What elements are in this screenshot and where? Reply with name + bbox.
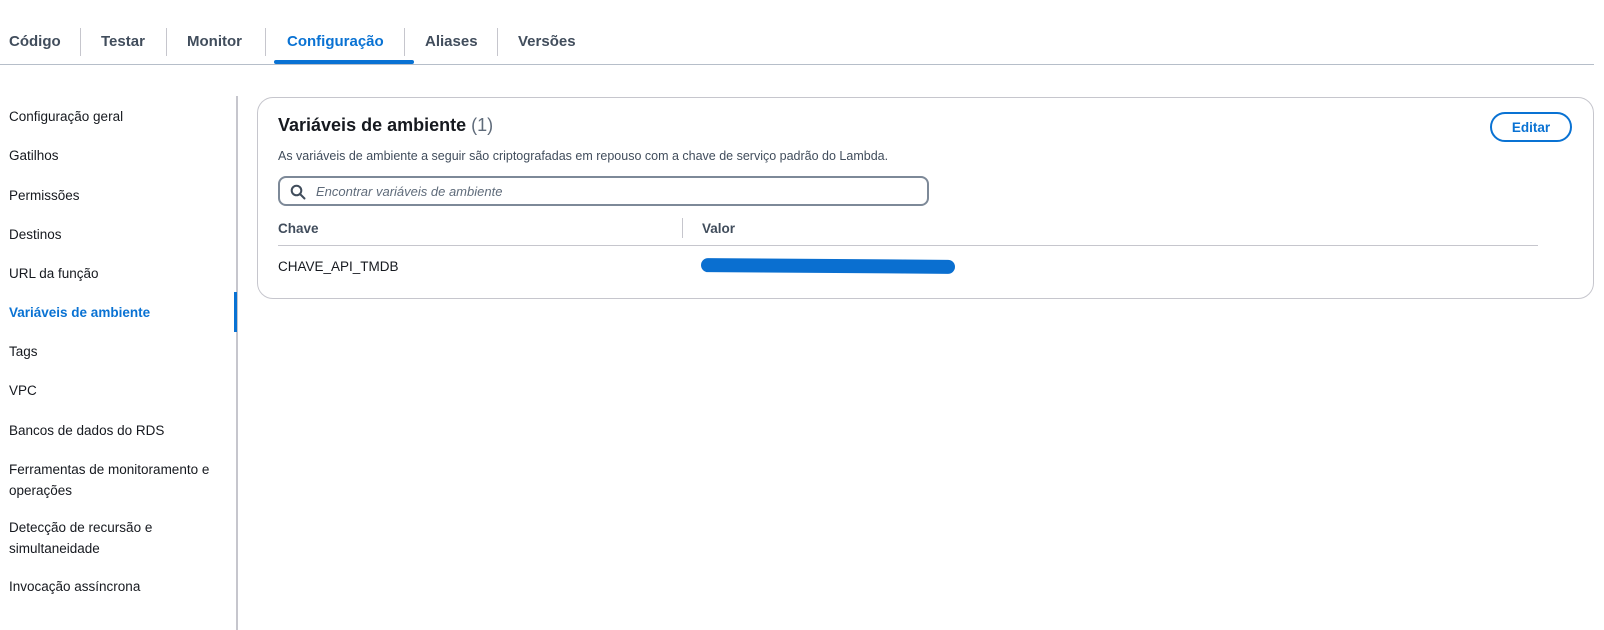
sidebar-item-monitoring-tools[interactable]: Ferramentas de monitoramento e operações [9, 459, 234, 501]
variable-count: (1) [471, 115, 494, 135]
tab-divider [80, 28, 81, 56]
panel-title-text: Variáveis de ambiente [278, 115, 467, 135]
column-divider[interactable] [682, 218, 683, 238]
sidebar-item-vpc[interactable]: VPC [9, 380, 234, 401]
sidebar-item-async-invocation[interactable]: Invocação assíncrona [9, 576, 234, 597]
sidebar-item-rds-databases[interactable]: Bancos de dados do RDS [9, 420, 234, 441]
sidebar-item-permissions[interactable]: Permissões [9, 185, 234, 206]
table-header-divider [278, 245, 1538, 246]
variable-key: CHAVE_API_TMDB [278, 259, 399, 274]
tab-divider [265, 28, 266, 56]
tab-versoes[interactable]: Versões [518, 22, 576, 62]
configuration-side-nav: Configuração geral Gatilhos Permissões D… [0, 96, 238, 630]
tab-testar[interactable]: Testar [101, 22, 145, 62]
tab-configuracao[interactable]: Configuração [287, 22, 384, 62]
column-header-key[interactable]: Chave [278, 221, 319, 236]
redacted-value-mark [700, 258, 956, 274]
tab-monitor[interactable]: Monitor [187, 22, 242, 62]
sidebar-item-tags[interactable]: Tags [9, 341, 234, 362]
tab-divider [404, 28, 405, 56]
sidebar-item-environment-variables[interactable]: Variáveis de ambiente [9, 302, 234, 323]
column-header-value[interactable]: Valor [702, 221, 735, 236]
environment-variables-panel: Variáveis de ambiente (1) As variáveis d… [257, 97, 1594, 299]
sidebar-item-triggers[interactable]: Gatilhos [9, 145, 234, 166]
search-icon [290, 184, 306, 200]
sidebar-item-destinations[interactable]: Destinos [9, 224, 234, 245]
sidebar-active-indicator [234, 292, 237, 332]
sidebar-item-function-url[interactable]: URL da função [9, 263, 234, 284]
sidebar-item-general-config[interactable]: Configuração geral [9, 106, 234, 127]
tab-divider [166, 28, 167, 56]
tab-aliases[interactable]: Aliases [425, 22, 478, 62]
search-box[interactable] [278, 176, 929, 206]
active-tab-indicator [274, 60, 414, 64]
panel-title: Variáveis de ambiente (1) [278, 115, 493, 136]
search-input[interactable] [316, 181, 916, 201]
tab-bar: Código Testar Monitor Configuração Alias… [0, 0, 1594, 65]
sidebar-item-recursion-concurrency[interactable]: Detecção de recursão e simultaneidade [9, 517, 234, 559]
edit-button[interactable]: Editar [1490, 112, 1572, 142]
tab-divider [497, 28, 498, 56]
panel-description: As variáveis de ambiente a seguir são cr… [278, 149, 889, 163]
tab-codigo[interactable]: Código [9, 22, 61, 62]
